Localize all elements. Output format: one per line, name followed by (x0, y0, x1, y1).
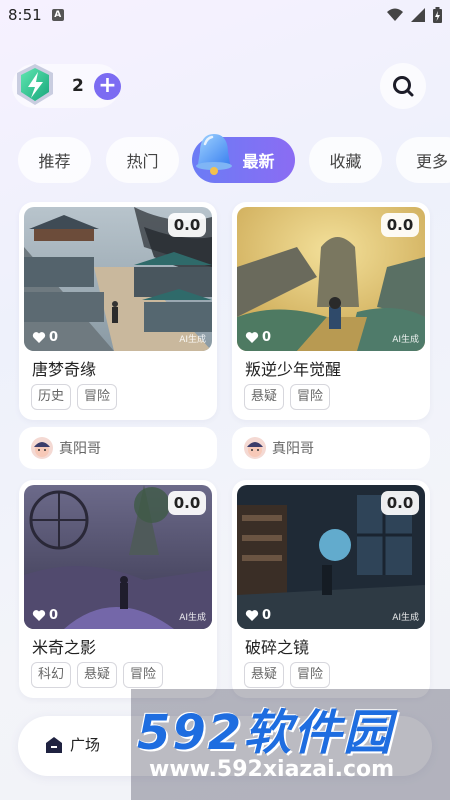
genre-tag: 历史 (31, 384, 72, 410)
tab-label: 更多 (416, 152, 449, 171)
watermark-logo-text: 592软件园 (137, 705, 394, 761)
story-tags: 历史 冒险 (31, 384, 118, 410)
status-bar: 8:51 A (0, 0, 450, 30)
story-cover-image: 0.0 0 AI生成 (237, 485, 425, 629)
story-cover-image: 0.0 0 AI生成 (237, 207, 425, 351)
rating-badge: 0.0 (381, 213, 419, 237)
author-row[interactable]: 真阳哥 (19, 427, 217, 469)
bell-icon (196, 134, 232, 175)
nav-plaza[interactable]: 广场 (44, 734, 100, 755)
tab-label: 热门 (126, 152, 159, 171)
story-cover-image: 0.0 0 AI生成 (24, 485, 212, 629)
genre-tag: 悬疑 (244, 662, 285, 688)
story-cover-image: 0.0 0 AI生成 (24, 207, 212, 351)
story-tags: 悬疑 冒险 (244, 662, 331, 688)
status-time: 8:51 (8, 6, 42, 24)
story-title: 叛逆少年觉醒 (245, 360, 342, 379)
rating-badge: 0.0 (168, 491, 206, 515)
signal-icon (411, 8, 425, 22)
watermark-url: www.592xiazai.com (149, 757, 395, 782)
status-icons (387, 7, 442, 23)
tab-more[interactable]: 更多 (396, 137, 450, 183)
story-card[interactable]: 0.0 0 AI生成 米奇之影 科幻 悬疑 冒险 (19, 480, 217, 698)
search-button[interactable] (380, 63, 426, 109)
genre-tag: 科幻 (31, 662, 72, 688)
lightning-shield-icon (17, 64, 53, 105)
ai-generated-label: AI生成 (392, 335, 419, 345)
heart-icon (32, 610, 46, 621)
story-card[interactable]: 0.0 0 AI生成 唐梦奇缘 历史 冒险 (19, 202, 217, 420)
story-card[interactable]: 0.0 0 AI生成 破碎之镜 悬疑 冒险 (232, 480, 430, 698)
heart-icon (245, 610, 259, 621)
story-tags: 悬疑 冒险 (244, 384, 331, 410)
genre-tag: 冒险 (290, 384, 331, 410)
likes-value: 0 (262, 330, 272, 345)
likes-value: 0 (49, 330, 59, 345)
tab-recommended[interactable]: 推荐 (18, 137, 91, 183)
likes-count: 0 (32, 608, 58, 623)
battery-icon (433, 7, 442, 23)
search-icon (393, 76, 414, 97)
wifi-icon (387, 8, 403, 21)
likes-count: 0 (245, 330, 271, 345)
ai-generated-label: AI生成 (179, 613, 206, 623)
home-icon (46, 736, 62, 753)
tab-label: 推荐 (38, 152, 71, 171)
genre-tag: 冒险 (290, 662, 331, 688)
watermark-overlay: 592软件园 www.592xiazai.com (131, 689, 450, 800)
rating-badge: 0.0 (168, 213, 206, 237)
story-title: 破碎之镜 (245, 638, 310, 657)
energy-count: 2 (72, 76, 84, 96)
story-title: 米奇之影 (32, 638, 97, 657)
likes-value: 0 (49, 608, 59, 623)
tab-favorites[interactable]: 收藏 (309, 137, 382, 183)
add-energy-button[interactable]: + (94, 73, 121, 100)
tab-popular[interactable]: 热门 (106, 137, 179, 183)
tab-label: 最新 (242, 152, 275, 171)
story-title: 唐梦奇缘 (32, 360, 97, 379)
genre-tag: 悬疑 (244, 384, 285, 410)
genre-tag: 悬疑 (77, 662, 118, 688)
rating-badge: 0.0 (381, 491, 419, 515)
avatar (244, 437, 266, 459)
author-row[interactable]: 真阳哥 (232, 427, 430, 469)
author-name: 真阳哥 (272, 441, 314, 457)
ai-generated-label: AI生成 (392, 613, 419, 623)
genre-tag: 冒险 (123, 662, 164, 688)
story-tags: 科幻 悬疑 冒险 (31, 662, 164, 688)
avatar (31, 437, 53, 459)
likes-count: 0 (245, 608, 271, 623)
genre-tag: 冒险 (77, 384, 118, 410)
heart-icon (245, 332, 259, 343)
tab-label: 收藏 (329, 152, 362, 171)
story-card[interactable]: 0.0 0 AI生成 叛逆少年觉醒 悬疑 冒险 (232, 202, 430, 420)
heart-icon (32, 332, 46, 343)
likes-count: 0 (32, 330, 58, 345)
nav-label: 广场 (70, 736, 101, 754)
energy-counter: 2 + (12, 64, 121, 108)
author-name: 真阳哥 (59, 441, 101, 457)
ai-generated-label: AI生成 (179, 335, 206, 345)
notification-icon: A (51, 9, 64, 21)
likes-value: 0 (262, 608, 272, 623)
